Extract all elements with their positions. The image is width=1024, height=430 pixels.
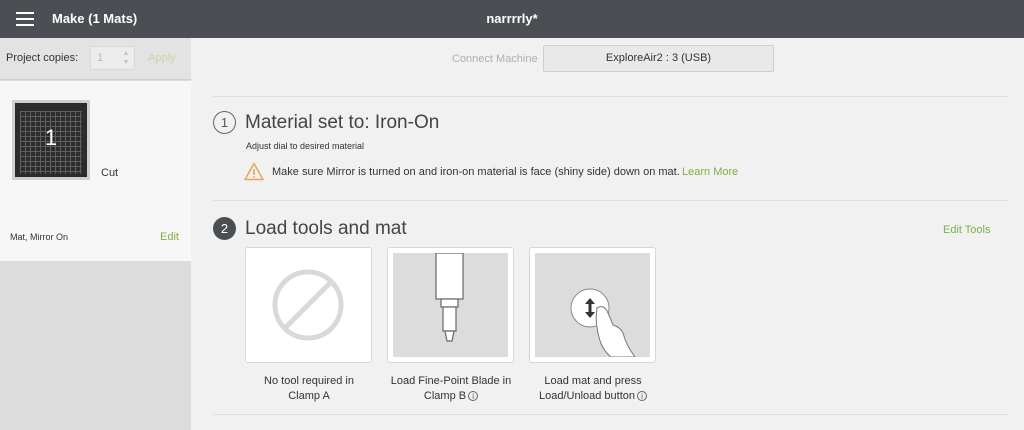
tool-caption-line: Clamp A [288, 390, 330, 402]
info-icon[interactable]: i [468, 391, 479, 402]
tool-caption-line: Clamp B [423, 390, 467, 402]
machine-select-button[interactable]: ExploreAir2 : 3 (USB) [543, 45, 774, 72]
tool-caption-line: Load mat and press [544, 375, 642, 387]
divider [213, 96, 1008, 97]
learn-more-link[interactable]: Learn More [682, 166, 738, 178]
mirror-warning-text: Make sure Mirror is turned on and iron-o… [272, 166, 680, 178]
project-copies-input[interactable]: 1 ▲ ▼ [90, 46, 135, 70]
step-2-title: Load tools and mat [245, 218, 407, 239]
connect-machine-label: Connect Machine [452, 53, 538, 65]
tool-caption-line-wrap: Load/Unload button i [518, 389, 668, 404]
stepper-up-icon[interactable]: ▲ [121, 49, 131, 58]
project-copies-value: 1 [97, 52, 104, 64]
mat-card[interactable]: 1 Cut Mat, Mirror On Edit [0, 81, 191, 261]
tool-caption-line: Load/Unload button [538, 390, 636, 402]
step-1-title: Material set to: Iron-On [245, 112, 440, 133]
divider [213, 200, 1008, 201]
tool-caption-line-wrap: Clamp Bi [376, 389, 526, 404]
top-bar: Make (1 Mats) narrrrly* [0, 0, 1024, 38]
copies-stepper[interactable]: ▲ ▼ [121, 49, 131, 67]
edit-tools-link[interactable]: Edit Tools [943, 224, 991, 236]
step-1-instruction: Adjust dial to desired material [246, 141, 365, 151]
warning-triangle-icon [244, 162, 264, 181]
tool-caption-line: Load Fine-Point Blade in [390, 375, 512, 387]
tool-card-clamp-a [245, 247, 372, 363]
stepper-down-icon[interactable]: ▼ [121, 58, 131, 67]
load-unload-button-icon [535, 253, 650, 357]
tool-card-clamp-b [387, 247, 514, 363]
blade-icon [393, 253, 508, 357]
apply-button[interactable]: Apply [148, 52, 176, 64]
tool-card-load-mat [529, 247, 656, 363]
tool-caption-load-mat: Load mat and press Load/Unload button i [518, 374, 668, 404]
no-tool-icon [251, 253, 366, 357]
sidebar: Project copies: 1 ▲ ▼ Apply 1 Cut Mat, M… [0, 38, 191, 430]
divider [213, 414, 1008, 415]
main-panel: Connect Machine ExploreAir2 : 3 (USB) 1 … [191, 38, 1024, 430]
mat-number: 1 [44, 125, 58, 150]
step-2-number: 2 [213, 217, 236, 240]
edit-mat-link[interactable]: Edit [160, 231, 179, 243]
project-name: narrrrly* [486, 11, 538, 26]
project-copies-row: Project copies: 1 ▲ ▼ Apply [0, 38, 191, 80]
info-icon[interactable]: i [637, 391, 648, 402]
step-1-number: 1 [213, 111, 236, 134]
tool-caption-clamp-b: Load Fine-Point Blade in Clamp Bi [376, 374, 526, 404]
mat-thumbnail[interactable]: 1 [12, 100, 90, 180]
tool-caption-line: No tool required in [264, 375, 354, 387]
mat-operation-label: Cut [101, 167, 119, 179]
mat-mirror-note: Mat, Mirror On [10, 232, 69, 242]
tool-caption-clamp-a: No tool required in Clamp A [234, 374, 384, 404]
project-copies-label: Project copies: [6, 52, 79, 64]
